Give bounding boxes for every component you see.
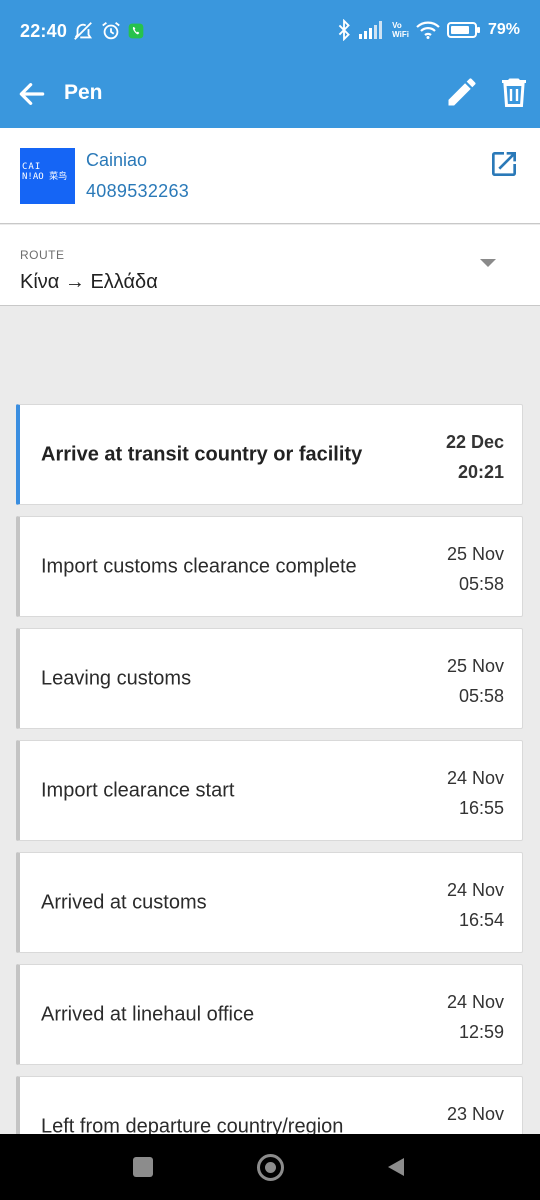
event-datetime: 24 Nov 16:54 (414, 875, 504, 935)
event-time: 12:59 (458, 1022, 504, 1042)
tracking-number[interactable]: 4089532263 (86, 181, 189, 202)
event-date: 24 Nov (446, 880, 504, 900)
event-datetime: 24 Nov 16:55 (414, 763, 504, 823)
back-triangle-icon[interactable] (385, 1156, 407, 1178)
page-title: Pen (64, 81, 103, 104)
event-title: Arrived at customs (41, 891, 207, 913)
event-date: 24 Nov (446, 768, 504, 788)
app-bar: Pen (0, 64, 540, 128)
home-icon[interactable] (257, 1154, 284, 1181)
back-arrow-icon[interactable] (16, 78, 48, 110)
carrier-logo: CAI N!AO 菜鸟 (20, 148, 75, 204)
route-selector[interactable]: ROUTE Κίνα → Ελλάδα (0, 225, 540, 306)
bluetooth-icon (338, 19, 351, 41)
system-nav-bar (0, 1134, 540, 1200)
event-title: Import customs clearance complete (41, 555, 357, 577)
event-date: 24 Nov (446, 992, 504, 1012)
event-card-latest[interactable]: Arrive at transit country or facility 22… (16, 404, 523, 505)
event-date: 23 Nov (446, 1104, 504, 1124)
mute-icon (74, 22, 93, 40)
wifi-icon (416, 21, 440, 39)
open-external-icon[interactable] (488, 148, 520, 180)
event-time: 05:58 (458, 574, 504, 594)
status-time: 22:40 (20, 21, 68, 41)
event-time: 05:58 (458, 686, 504, 706)
battery-percentage: 79% (487, 21, 520, 38)
trash-icon[interactable] (496, 74, 532, 110)
status-icons-right: Vo WiFi 79% (336, 19, 520, 41)
event-title: Arrive at transit country or facility (41, 443, 363, 465)
recents-icon[interactable] (133, 1157, 153, 1177)
route-label: ROUTE (20, 248, 65, 262)
status-icons-left (72, 20, 144, 42)
event-datetime: 23 Nov (414, 1099, 504, 1129)
event-datetime: 25 Nov 05:58 (414, 651, 504, 711)
battery-icon (446, 22, 480, 38)
alarm-icon (102, 22, 120, 40)
tracking-events-list: Arrive at transit country or facility 22… (16, 404, 524, 1188)
carrier-card[interactable]: CAI N!AO 菜鸟 Cainiao 4089532263 (0, 128, 540, 224)
status-bar: 22:40 Vo WiFi 79% (0, 0, 540, 64)
event-time: 16:54 (458, 910, 504, 930)
pencil-icon[interactable] (444, 74, 480, 110)
event-card[interactable]: Import customs clearance complete 25 Nov… (16, 516, 523, 617)
event-date: 22 Dec (445, 432, 504, 452)
event-time: 16:55 (458, 798, 504, 818)
event-title: Import clearance start (41, 779, 235, 801)
event-date: 25 Nov (446, 656, 504, 676)
vowifi-indicator: Vo WiFi (392, 21, 409, 39)
event-card[interactable]: Import clearance start 24 Nov 16:55 (16, 740, 523, 841)
event-title: Arrived at linehaul office (41, 1003, 255, 1025)
event-title: Leaving customs (41, 667, 192, 689)
dropdown-triangle-icon[interactable] (478, 257, 498, 269)
call-icon (128, 23, 144, 39)
event-datetime: 24 Nov 12:59 (414, 987, 504, 1047)
route-value: Κίνα → Ελλάδα (20, 271, 158, 293)
event-time: 20:21 (457, 462, 504, 482)
event-card[interactable]: Arrived at customs 24 Nov 16:54 (16, 852, 523, 953)
event-date: 25 Nov (446, 544, 504, 564)
event-card[interactable]: Leaving customs 25 Nov 05:58 (16, 628, 523, 729)
event-card[interactable]: Arrived at linehaul office 24 Nov 12:59 (16, 964, 523, 1065)
carrier-name[interactable]: Cainiao (86, 150, 147, 171)
signal-icon (359, 21, 383, 39)
event-datetime: 22 Dec 20:21 (414, 427, 504, 487)
event-datetime: 25 Nov 05:58 (414, 539, 504, 599)
